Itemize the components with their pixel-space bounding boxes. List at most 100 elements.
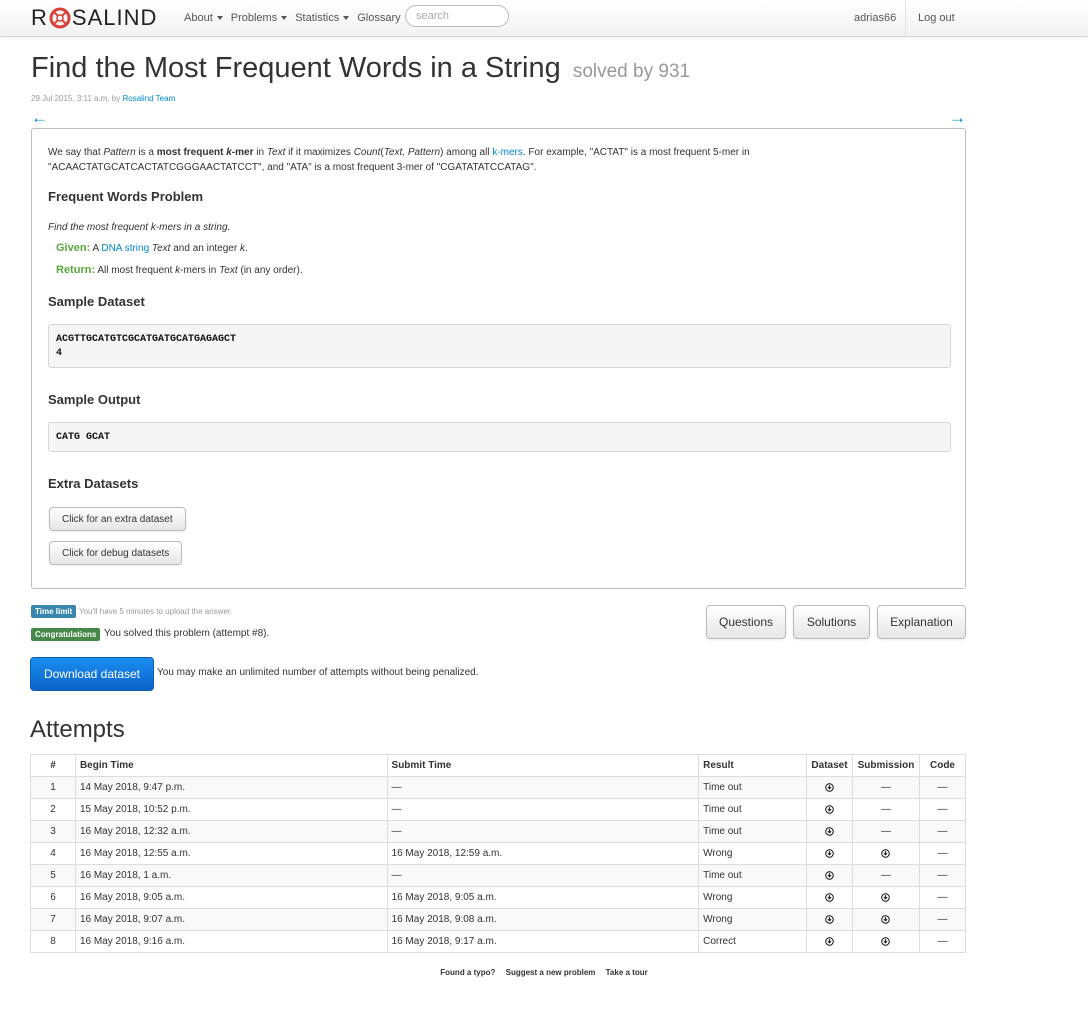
- dna-string-link[interactable]: DNA string: [101, 243, 149, 254]
- download-circle-icon[interactable]: [825, 893, 834, 902]
- submission-download: —: [851, 864, 920, 887]
- dataset-download[interactable]: [806, 776, 853, 799]
- col-header-submission: Submission: [851, 754, 920, 777]
- attempt-submit-time: 16 May 2018, 9:08 a.m.: [386, 908, 700, 931]
- menu-glossary-label: Glossary: [357, 12, 401, 24]
- attempt-result: Time out: [698, 776, 807, 799]
- given-line: Given: A DNA string Text and an integer …: [56, 242, 248, 254]
- search-input[interactable]: [405, 5, 509, 27]
- sample-dataset-line: ACGTTGCATGTCGCATGATGCATGAGAGCT: [56, 334, 237, 345]
- take-tour-link[interactable]: Take a tour: [606, 968, 648, 977]
- dataset-download[interactable]: [806, 908, 853, 931]
- author-link[interactable]: Rosalind Team: [122, 94, 175, 103]
- congratulations-badge: Congratulations: [31, 628, 101, 641]
- explanation-button[interactable]: Explanation: [877, 605, 966, 639]
- download-circle-icon[interactable]: [881, 915, 891, 924]
- debug-datasets-button[interactable]: Click for debug datasets: [49, 541, 183, 565]
- menu-glossary[interactable]: Glossary: [357, 12, 400, 24]
- found-typo-link[interactable]: Found a typo?: [440, 968, 495, 977]
- attempt-result: Correct: [698, 930, 807, 953]
- attempts-heading: Attempts: [30, 716, 125, 743]
- brand-logo[interactable]: R SALIND: [31, 4, 157, 32]
- download-circle-icon[interactable]: [825, 783, 834, 792]
- attempt-code: —: [918, 842, 967, 865]
- attempt-begin-time: 16 May 2018, 9:16 a.m.: [74, 930, 388, 953]
- attempt-begin-time: 14 May 2018, 9:47 p.m.: [74, 776, 388, 799]
- submission-download[interactable]: [851, 842, 920, 865]
- intro-text: in: [253, 147, 267, 158]
- menu-problems[interactable]: Problems: [231, 12, 288, 24]
- brand-letter-r: R: [31, 5, 48, 30]
- menu-statistics[interactable]: Statistics: [295, 12, 350, 24]
- solved-count: solved by 931: [572, 61, 691, 82]
- submission-download[interactable]: [851, 886, 920, 909]
- return-text: (in any order).: [237, 265, 303, 276]
- main-menu: About Problems Statistics Glossary: [184, 0, 409, 36]
- submission-download: —: [851, 776, 920, 799]
- download-circle-icon[interactable]: [825, 915, 834, 924]
- return-text: All most frequent: [95, 265, 176, 276]
- download-circle-icon[interactable]: [825, 849, 834, 858]
- section-heading-sample-output: Sample Output: [48, 392, 141, 407]
- intro-bold-text: -mer: [231, 147, 254, 158]
- intro-text-var: Text: [266, 147, 286, 158]
- submission-download[interactable]: [851, 908, 920, 931]
- page-title: Find the Most Frequent Words in a String…: [31, 52, 690, 85]
- submission-download: —: [851, 798, 920, 821]
- attempt-begin-time: 16 May 2018, 9:07 a.m.: [74, 908, 388, 931]
- time-limit-note: You'll have 5 minutes to upload the answ…: [79, 607, 233, 616]
- prev-problem-arrow-icon[interactable]: ←: [31, 108, 48, 128]
- download-circle-icon[interactable]: [881, 849, 891, 858]
- download-circle-icon[interactable]: [825, 871, 834, 880]
- download-note: You may make an unlimited number of atte…: [157, 667, 479, 678]
- dataset-download[interactable]: [806, 820, 853, 843]
- user-link[interactable]: adrias66: [854, 12, 896, 24]
- next-problem-arrow-icon[interactable]: →: [949, 108, 966, 128]
- time-limit-badge: Time limit: [31, 605, 77, 618]
- download-circle-icon[interactable]: [881, 937, 891, 946]
- dataset-download[interactable]: [806, 864, 853, 887]
- intro-args: Text, Pattern: [383, 147, 441, 158]
- questions-button[interactable]: Questions: [706, 605, 786, 639]
- col-header-result: Result: [698, 754, 807, 777]
- sample-output-line: CATG GCAT: [56, 432, 111, 443]
- chevron-down-icon: [281, 16, 288, 20]
- dataset-download[interactable]: [806, 930, 853, 953]
- solutions-button[interactable]: Solutions: [793, 605, 870, 639]
- table-row: 5 16 May 2018, 1 a.m. — Time out — —: [30, 864, 967, 887]
- dataset-download[interactable]: [806, 842, 853, 865]
- menu-about-label: About: [184, 12, 213, 24]
- attempts-body: 1 14 May 2018, 9:47 p.m. — Time out — —2 15 Ma…: [30, 776, 967, 953]
- sample-dataset-line: 4: [56, 348, 63, 359]
- attempt-number: 2: [30, 798, 76, 821]
- return-var: Text: [219, 265, 238, 276]
- dataset-download[interactable]: [806, 798, 853, 821]
- download-circle-icon[interactable]: [825, 937, 834, 946]
- download-circle-icon[interactable]: [825, 805, 834, 814]
- download-circle-icon[interactable]: [881, 893, 891, 902]
- sample-dataset-box: ACGTTGCATGTCGCATGATGCATGAGAGCT 4: [48, 324, 951, 368]
- extra-dataset-button[interactable]: Click for an extra dataset: [49, 507, 186, 531]
- download-dataset-button[interactable]: Download dataset: [30, 657, 154, 691]
- attempt-submit-time: 16 May 2018, 9:05 a.m.: [386, 886, 700, 909]
- table-header-row: # Begin Time Submit Time Result Dataset …: [30, 754, 967, 777]
- attempt-code: —: [918, 886, 967, 909]
- menu-statistics-label: Statistics: [295, 12, 340, 24]
- table-row: 6 16 May 2018, 9:05 a.m. 16 May 2018, 9:05…: [30, 886, 967, 909]
- dataset-download[interactable]: [806, 886, 853, 909]
- problem-meta: 29 Jul 2015, 3:11 a.m. by Rosalind Team: [31, 94, 175, 103]
- kmers-link[interactable]: k-mers: [492, 147, 523, 158]
- attempt-submit-time: —: [386, 864, 700, 887]
- congratulations-note: You solved this problem (attempt #8).: [104, 628, 270, 639]
- menu-about[interactable]: About: [184, 12, 223, 24]
- suggest-problem-link[interactable]: Suggest a new problem: [506, 968, 596, 977]
- col-header-number: #: [30, 754, 76, 777]
- attempt-code: —: [918, 798, 967, 821]
- logout-link[interactable]: Log out: [918, 12, 955, 24]
- return-label: Return:: [56, 264, 96, 276]
- submission-download[interactable]: [851, 930, 920, 953]
- intro-text: if it maximizes: [285, 147, 354, 158]
- attempt-result: Time out: [698, 864, 807, 887]
- section-heading-extra-datasets: Extra Datasets: [48, 476, 139, 491]
- download-circle-icon[interactable]: [825, 827, 834, 836]
